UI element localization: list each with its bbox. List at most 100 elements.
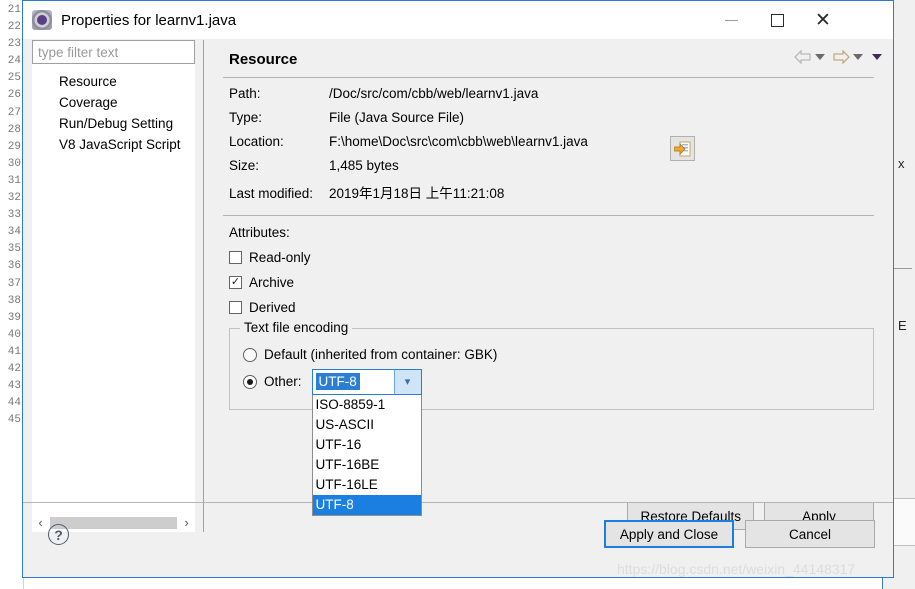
tree-item-coverage[interactable]: Coverage: [32, 92, 195, 113]
dropdown-option-utf-16be[interactable]: UTF-16BE: [313, 455, 421, 475]
checkbox-read-only[interactable]: [229, 251, 242, 264]
tree-item-run-debug-setting[interactable]: Run/Debug Setting: [32, 113, 195, 134]
line-number: 40: [7, 328, 21, 341]
back-history-chevron-down-icon[interactable]: [815, 54, 825, 60]
checkbox-label: Archive: [249, 275, 295, 290]
line-number: 22: [7, 21, 21, 34]
line-number: 41: [7, 345, 21, 358]
encoding-combo-wrap: UTF-8 ▾ ISO-8859-1 US-ASCII UTF-16 UTF-1…: [311, 368, 422, 516]
checkbox-row-read-only[interactable]: Read-only: [229, 245, 892, 270]
dialog-body: type filter text Resource Coverage Run/D…: [23, 39, 893, 540]
line-number: 24: [7, 55, 21, 68]
minimize-button[interactable]: [708, 1, 754, 39]
line-number: 25: [7, 72, 21, 85]
radio-default-encoding[interactable]: [243, 347, 257, 362]
editor-line-number-gutter: 21 22 23 24 25 26 27 28 29 30 31 32 33 34 35 36 37 38 39 40…: [0, 0, 24, 589]
line-number: 44: [7, 397, 21, 410]
checkbox-row-derived[interactable]: Derived: [229, 295, 892, 320]
attributes-section: Attributes: Read-only ✓ Archive Derived: [205, 225, 892, 320]
radio-row-default-encoding[interactable]: Default (inherited from container: GBK): [243, 341, 873, 368]
properties-dialog: Properties for learnv1.java ✕ type filte…: [22, 0, 894, 578]
radio-other-encoding[interactable]: [243, 374, 257, 389]
line-number: 35: [7, 243, 21, 256]
field-value: File (Java Source File): [329, 110, 465, 125]
maximize-icon: [770, 13, 784, 27]
checkbox-row-archive[interactable]: ✓ Archive: [229, 270, 892, 295]
line-number: 26: [7, 89, 21, 102]
field-label: Location:: [229, 134, 284, 149]
settings-tree-pane: type filter text Resource Coverage Run/D…: [32, 40, 195, 532]
eclipse-properties-icon: [32, 10, 52, 30]
filter-input[interactable]: type filter text: [32, 40, 195, 64]
arrow-left-icon[interactable]: [794, 50, 812, 64]
tree-item-v8-javascript-script[interactable]: V8 JavaScript Script: [32, 134, 195, 155]
arrow-right-icon[interactable]: [832, 50, 850, 64]
radio-label: Default (inherited from container: GBK): [264, 347, 498, 362]
checkbox-derived[interactable]: [229, 301, 242, 314]
field-label: Path:: [229, 86, 261, 101]
dropdown-option-utf-16[interactable]: UTF-16: [313, 435, 421, 455]
line-number: 33: [7, 209, 21, 222]
dropdown-option-utf-8[interactable]: UTF-8: [312, 494, 421, 515]
field-value: /Doc/src/com/cbb/web/learnv1.java: [329, 86, 539, 101]
field-row-size: Size: 1,485 bytes: [229, 158, 892, 182]
settings-tree: Resource Coverage Run/Debug Setting V8 J…: [32, 71, 195, 155]
dropdown-option-iso-8859-1[interactable]: ISO-8859-1: [313, 395, 421, 415]
field-value: 1,485 bytes: [329, 158, 399, 173]
line-number: 37: [7, 277, 21, 290]
attributes-divider: [223, 215, 874, 216]
maximize-button[interactable]: [754, 1, 800, 39]
dropdown-option-us-ascii[interactable]: US-ASCII: [313, 415, 421, 435]
background-mark: x: [898, 156, 905, 171]
dropdown-option-utf-16le[interactable]: UTF-16LE: [313, 475, 421, 495]
combo-chevron-down-icon[interactable]: ▾: [393, 368, 422, 395]
page-title: Resource: [229, 51, 298, 68]
line-number: 29: [7, 140, 21, 153]
dialog-titlebar: Properties for learnv1.java ✕: [23, 1, 893, 39]
encoding-dropdown-list[interactable]: ISO-8859-1 US-ASCII UTF-16 UTF-16BE UTF-…: [311, 394, 422, 516]
checkbox-label: Read-only: [249, 250, 311, 265]
field-row-location: Location: F:\home\Doc\src\com\cbb\web\le…: [229, 134, 892, 158]
forward-history-chevron-down-icon[interactable]: [853, 54, 863, 60]
checkbox-archive[interactable]: ✓: [229, 276, 242, 289]
text-file-encoding-group: Text file encoding Default (inherited fr…: [229, 320, 874, 516]
open-external-button[interactable]: [670, 136, 695, 161]
close-button[interactable]: ✕: [800, 1, 846, 39]
line-number: 38: [7, 294, 21, 307]
minimize-icon: [724, 19, 738, 21]
help-icon[interactable]: ?: [48, 524, 69, 545]
open-external-icon: [674, 141, 691, 156]
line-number: 21: [7, 4, 21, 16]
page-navigation: [794, 50, 882, 64]
field-row-last-modified: Last modified: 2019年1月18日 上午11:21:08: [229, 182, 892, 206]
resource-page: Resource Path: /Doc/src/com/cbb/web/lear…: [205, 40, 892, 532]
line-number: 27: [7, 106, 21, 119]
dialog-title: Properties for learnv1.java: [61, 11, 237, 29]
apply-and-close-button[interactable]: Apply and Close: [604, 520, 734, 548]
line-number: 32: [7, 192, 21, 205]
field-label: Last modified:: [229, 186, 314, 201]
attributes-label: Attributes:: [229, 225, 290, 240]
field-value: F:\home\Doc\src\com\cbb\web\learnv1.java: [329, 134, 588, 149]
page-menu-chevron-down-icon[interactable]: [872, 54, 882, 60]
title-divider: [223, 77, 874, 78]
line-number: 42: [7, 362, 21, 375]
tree-item-resource[interactable]: Resource: [59, 71, 195, 92]
radio-row-other-encoding[interactable]: Other: UTF-8 ▾ ISO-8859-1 US-ASCII UTF-1…: [243, 368, 873, 516]
close-icon: ✕: [815, 9, 831, 31]
checkbox-label: Derived: [249, 300, 296, 315]
line-number: 39: [7, 311, 21, 324]
encoding-combo-value: UTF-8: [315, 373, 360, 390]
line-number: 28: [7, 123, 21, 136]
line-number: 34: [7, 226, 21, 239]
line-number: 31: [7, 174, 21, 187]
field-row-type: Type: File (Java Source File): [229, 110, 892, 134]
field-label: Size:: [229, 158, 260, 173]
cancel-button[interactable]: Cancel: [745, 520, 875, 548]
field-value: 2019年1月18日 上午11:21:08: [329, 186, 505, 201]
footer-buttons: Apply and Close Cancel: [604, 520, 875, 548]
resource-fields: Path: /Doc/src/com/cbb/web/learnv1.java …: [205, 86, 892, 206]
field-label: Type:: [229, 110, 263, 125]
line-number: 36: [7, 260, 21, 273]
radio-label: Other:: [264, 374, 302, 389]
